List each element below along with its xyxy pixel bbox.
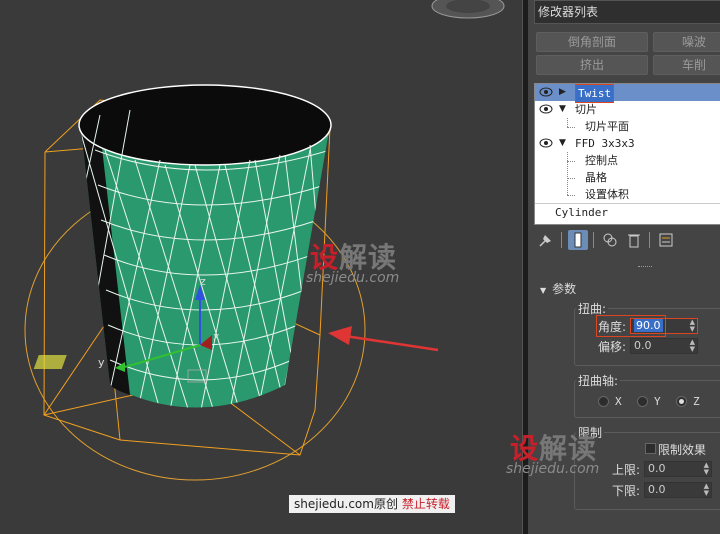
x-axis-label: x bbox=[213, 330, 220, 343]
viewport-perspective[interactable]: z y x 设解读 shejiedu.com bbox=[0, 0, 522, 534]
stack-subitem-lattice[interactable]: 晶格 bbox=[535, 169, 720, 186]
expanded-arrow-icon[interactable]: ▼ bbox=[559, 101, 566, 118]
noise-button[interactable]: 噪波 bbox=[653, 32, 720, 52]
extrude-button[interactable]: 挤出 bbox=[536, 55, 648, 75]
axis-z-label: Z bbox=[693, 395, 700, 408]
collapsed-arrow-icon[interactable]: ▶ bbox=[559, 84, 566, 101]
spinner-arrows-icon[interactable]: ▲ ▼ bbox=[690, 319, 695, 333]
upper-limit-label: 上限: bbox=[612, 463, 641, 477]
stack-subitem-slice-plane[interactable]: 切片平面 bbox=[535, 118, 720, 135]
bias-label: 偏移: bbox=[598, 340, 627, 354]
rollout-grip[interactable] bbox=[638, 266, 652, 270]
eye-icon[interactable] bbox=[539, 86, 553, 98]
stack-item-slice[interactable]: ▼ 切片 bbox=[535, 101, 720, 118]
toolbar-separator bbox=[593, 232, 594, 248]
axis-y-radio[interactable] bbox=[637, 396, 648, 407]
y-axis-label: y bbox=[98, 356, 105, 369]
eye-icon[interactable] bbox=[539, 103, 553, 115]
watermark-url: shejiedu.com bbox=[506, 461, 600, 477]
spinner-arrows-icon[interactable]: ▲ ▼ bbox=[690, 339, 695, 353]
axis-x-label: X bbox=[615, 395, 622, 408]
stack-item-ffd[interactable]: ▼ FFD 3x3x3 bbox=[535, 135, 720, 152]
z-axis-label: z bbox=[200, 275, 206, 288]
axis-z-radio[interactable] bbox=[676, 396, 687, 407]
stack-item-twist[interactable]: ▶ Twist bbox=[535, 84, 720, 103]
modifier-list-dropdown[interactable]: 修改器列表 bbox=[534, 0, 720, 24]
copyright-banner: shejiedu.com原创 禁止转载 bbox=[289, 495, 455, 513]
viewcube-icon[interactable] bbox=[431, 0, 505, 19]
show-end-result-icon[interactable] bbox=[568, 230, 588, 250]
upper-limit-spinner[interactable]: 0.0 ▲ ▼ bbox=[644, 461, 712, 477]
stack-subitem-set-volume[interactable]: 设置体积 bbox=[535, 186, 720, 203]
bias-spinner[interactable]: 0.0 ▲ ▼ bbox=[630, 338, 698, 354]
watermark-url: shejiedu.com bbox=[306, 270, 400, 286]
stack-toolbar bbox=[534, 228, 720, 254]
axis-y-label: Y bbox=[654, 395, 661, 408]
twist-axis-group-label: 扭曲轴: bbox=[576, 372, 621, 389]
spinner-arrows-icon[interactable]: ▲ ▼ bbox=[704, 483, 709, 497]
rollout-collapse-icon: ▼ bbox=[540, 286, 547, 295]
remove-modifier-icon[interactable] bbox=[624, 230, 644, 250]
lower-limit-spinner[interactable]: 0.0 ▲ ▼ bbox=[644, 482, 712, 498]
annotation-arrow bbox=[328, 326, 439, 352]
axis-x-radio[interactable] bbox=[598, 396, 609, 407]
viewport-scene: z y x bbox=[24, 0, 505, 481]
eye-icon[interactable] bbox=[539, 137, 553, 149]
modifier-stack: ▶ Twist ▼ 切片 切片平面 ▼ FFD 3x3x3 控制点 晶格 设置体… bbox=[534, 83, 720, 225]
spinner-arrows-icon[interactable]: ▲ ▼ bbox=[704, 462, 709, 476]
expanded-arrow-icon[interactable]: ▼ bbox=[559, 135, 566, 152]
parameters-rollout-title[interactable]: ▼ 参数 bbox=[540, 280, 576, 297]
toolbar-separator bbox=[649, 232, 650, 248]
make-unique-icon[interactable] bbox=[600, 230, 620, 250]
stack-subitem-control-points[interactable]: 控制点 bbox=[535, 152, 720, 169]
configure-modifier-sets-icon[interactable] bbox=[656, 230, 676, 250]
toolbar-separator bbox=[561, 232, 562, 248]
pin-stack-icon[interactable] bbox=[536, 230, 556, 250]
bevel-profile-button[interactable]: 倒角剖面 bbox=[536, 32, 648, 52]
highlight-box bbox=[596, 315, 666, 337]
stack-item-cylinder[interactable]: Cylinder bbox=[535, 203, 720, 221]
limit-effect-label: 限制效果 bbox=[658, 443, 707, 457]
lathe-button[interactable]: 车削 bbox=[653, 55, 720, 75]
lower-limit-label: 下限: bbox=[612, 484, 641, 498]
limit-effect-checkbox[interactable] bbox=[645, 443, 656, 454]
